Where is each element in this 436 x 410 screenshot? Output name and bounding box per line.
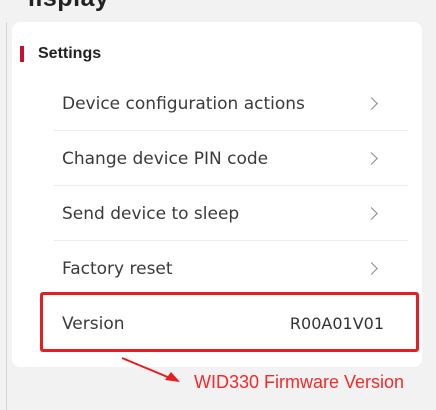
chevron-right-icon xyxy=(365,207,378,220)
section-marker-icon xyxy=(20,46,24,62)
chevron-right-icon xyxy=(365,97,378,110)
settings-item-device-configuration-actions[interactable]: Device configuration actions xyxy=(42,76,408,131)
settings-item-change-device-pin-code[interactable]: Change device PIN code xyxy=(42,131,408,186)
version-highlight-box xyxy=(40,292,419,352)
chevron-right-icon xyxy=(365,152,378,165)
settings-item-factory-reset[interactable]: Factory reset xyxy=(42,241,408,296)
page-title-partial: lisplay xyxy=(28,0,109,13)
settings-section-title: Settings xyxy=(38,45,102,62)
settings-item-send-device-to-sleep[interactable]: Send device to sleep xyxy=(42,186,408,241)
settings-item-label: Change device PIN code xyxy=(62,148,269,169)
left-divider xyxy=(6,22,7,410)
firmware-version-annotation: WID330 Firmware Version xyxy=(194,372,405,392)
chevron-right-icon xyxy=(365,262,378,275)
annotation-arrow-icon xyxy=(121,357,180,382)
settings-section-header: Settings xyxy=(20,44,101,64)
settings-item-label: Device configuration actions xyxy=(62,93,305,114)
settings-item-label: Send device to sleep xyxy=(62,203,240,224)
settings-item-label: Factory reset xyxy=(62,258,173,279)
